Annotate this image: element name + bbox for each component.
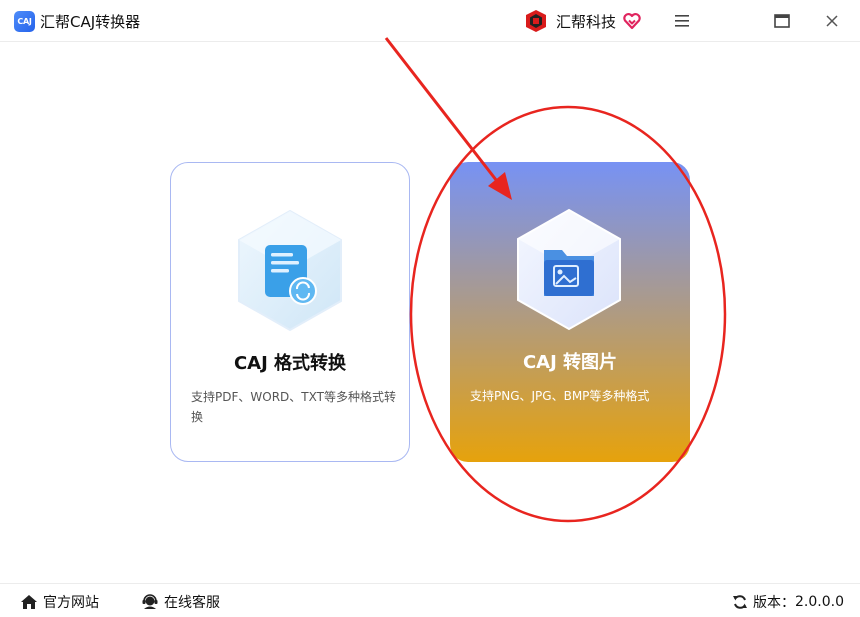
heart-shield-icon <box>623 13 641 30</box>
image-folder-icon <box>517 208 621 331</box>
footer-bar: 官方网站 在线客服 版本： 2.0.0.0 <box>0 583 860 617</box>
card-description: 支持PDF、WORD、TXT等多种格式转换 <box>191 390 396 424</box>
card-description: 支持PNG、JPG、BMP等多种格式 <box>470 389 650 403</box>
version-value: 2.0.0.0 <box>795 594 844 610</box>
app-window: CAJ 汇帮CAJ转换器 汇帮科技 CAJ 格式转换 支持PDF、WORD、TX… <box>0 0 860 617</box>
version-info[interactable]: 版本： 2.0.0.0 <box>732 592 844 612</box>
online-service-label: 在线客服 <box>164 595 220 611</box>
brand-logo-icon <box>526 10 546 32</box>
brand[interactable]: 汇帮科技 <box>524 8 642 34</box>
card-title: CAJ 转图片 <box>522 352 618 373</box>
app-title: 汇帮CAJ转换器 <box>40 13 141 31</box>
version-label: 版本： <box>753 595 795 611</box>
hamburger-icon <box>675 15 689 27</box>
brand-name: 汇帮科技 <box>556 12 617 31</box>
annotation-overlay <box>384 37 727 523</box>
close-icon <box>826 15 838 27</box>
menu-button[interactable] <box>670 10 694 32</box>
customer-service-icon <box>142 594 158 609</box>
official-site-link[interactable]: 官方网站 <box>20 592 99 612</box>
maximize-button[interactable] <box>770 10 794 32</box>
card-title: CAJ 格式转换 <box>233 353 347 374</box>
home-icon <box>21 595 37 609</box>
card-caj-to-image[interactable]: CAJ 转图片 支持PNG、JPG、BMP等多种格式 <box>450 162 690 462</box>
document-convert-icon <box>238 209 342 332</box>
refresh-icon <box>733 595 747 609</box>
maximize-icon <box>774 14 790 28</box>
card-caj-format-convert[interactable]: CAJ 格式转换 支持PDF、WORD、TXT等多种格式转换 <box>170 162 410 462</box>
close-button[interactable] <box>820 10 844 32</box>
app-logo-icon: CAJ <box>14 11 35 32</box>
online-service-link[interactable]: 在线客服 <box>141 592 220 612</box>
title-bar: CAJ 汇帮CAJ转换器 汇帮科技 <box>0 0 860 42</box>
official-site-label: 官方网站 <box>43 595 99 611</box>
